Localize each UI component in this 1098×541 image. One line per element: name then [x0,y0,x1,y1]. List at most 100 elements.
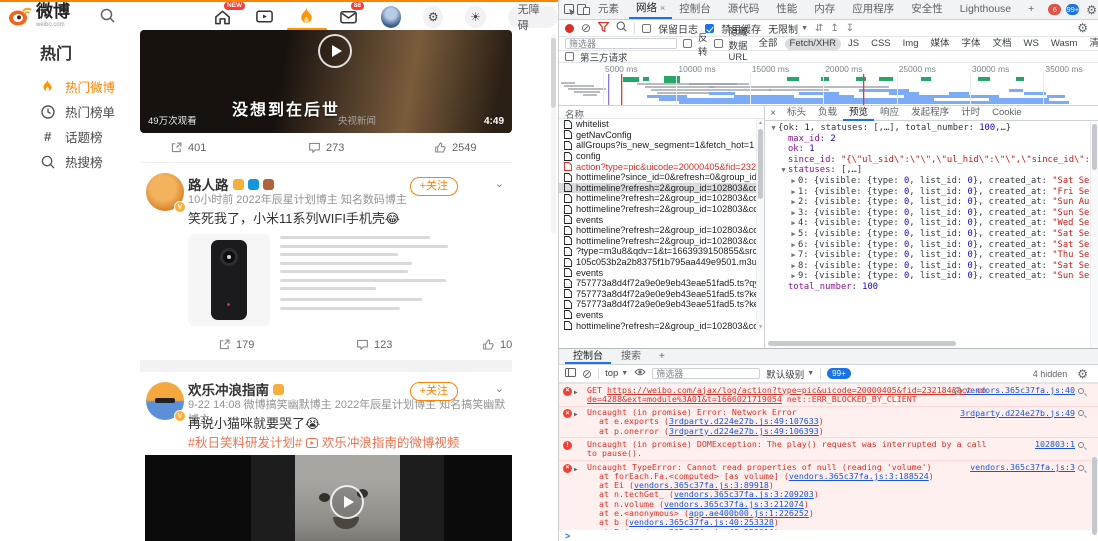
request-type-filter[interactable]: JS [843,38,864,50]
request-type-filter[interactable]: 文档 [988,38,1017,50]
devtools-tab[interactable]: + [1021,0,1044,19]
request-row[interactable]: 757773a8d4f72a9e0e9eb43eae51fad5.ts?key=… [559,299,757,310]
request-type-filter[interactable]: WS [1019,38,1044,50]
request-type-filter[interactable]: 清单 [1084,38,1098,50]
request-row[interactable]: config [559,151,757,162]
chevron-down-icon[interactable]: ⌄ [495,177,504,190]
topic-tag-link[interactable]: #秋日笑料研发计划# [188,435,302,451]
message-source-link[interactable]: 102803:1 [1035,440,1075,450]
detail-hscrollbar[interactable] [768,341,956,346]
request-row[interactable]: 757773a8d4f72a9e0e9eb43eae51fad5.ts?key=… [559,289,757,300]
search-icon[interactable] [100,8,115,28]
request-row[interactable]: hottimeline?refresh=2&group_id=102803&co… [559,193,757,204]
post3-topic-link[interactable]: #秋日笑料研发计划# 欢乐冲浪指南的微博视频 [188,435,512,451]
devtools-tab[interactable]: 控制台 [672,0,721,19]
request-row[interactable]: whitelist [559,119,757,130]
record-network-log-icon[interactable] [565,23,574,33]
disable-cache-checkbox[interactable] [705,23,715,33]
console-message[interactable]: × ▶ GET https://weibo.com/ajax/log/action?… [559,383,1098,406]
request-row[interactable]: allGroups?is_new_segment=1&fetch_hot=1 [559,140,757,151]
devtools-tab[interactable]: 元素 [591,0,629,19]
weibo-logo[interactable]: 微博 weibo.com [8,3,70,28]
post1-video-player[interactable]: 没想到在后世 49万次观看 央视新闻 4:49 [140,30,512,133]
devtools-tab[interactable]: 源代码 [721,0,770,19]
mail-nav-icon[interactable]: 88 [339,1,364,28]
throttling-dropdown[interactable]: 无限制 ▼ [768,21,808,36]
request-row[interactable]: getNavConfig [559,130,757,141]
console-sidebar-icon[interactable] [565,367,576,380]
search-similar-icon[interactable] [1078,387,1084,394]
comment-button[interactable]: 273 [308,141,344,154]
console-scrollbar[interactable] [1092,457,1097,535]
stack-frame-link[interactable]: vendors.365c37fa.js:3:209203 [674,490,814,499]
console-filter-input[interactable] [652,368,761,379]
search-network-icon[interactable] [616,21,627,35]
accessibility-button[interactable]: 无障碍 [507,4,558,32]
sidebar-item-topics[interactable]: # 话题榜 [40,124,140,149]
devtools-tab[interactable]: Lighthouse [953,0,1021,19]
sidebar-item-hot-weibo[interactable]: 热门微博 [40,74,140,99]
stack-frame-link[interactable]: vendors.365c37fa.js:3:89918 [634,481,769,490]
console-settings-gear-icon[interactable]: ⚙ [1073,367,1092,381]
detail-tab[interactable]: 标头 [781,106,812,121]
expand-arrow-icon[interactable]: ▶ [574,409,578,436]
console-message[interactable]: × ▶ Uncaught (in promise) Error: Network E… [559,405,1098,438]
devtools-settings-gear-icon[interactable]: ⚙ [1082,3,1098,17]
request-row[interactable]: 105c053b2a2b8375f1b795aa449e9501.m3u8?qd… [559,257,757,268]
search-similar-icon[interactable] [1078,464,1084,471]
request-row[interactable]: action?type=pic&uicode=20000405&fid=2321… [559,161,757,172]
request-row[interactable]: events [559,310,757,321]
invert-filter-checkbox[interactable] [683,39,692,48]
inspect-element-icon[interactable] [564,2,576,18]
error-count-badge[interactable]: 6 [1048,4,1062,15]
request-type-filter[interactable]: Wasm [1046,38,1083,50]
post2-avatar[interactable]: V [146,173,186,213]
request-type-filter[interactable]: 全部 [754,38,783,50]
stack-frame-link[interactable]: vendors.365c37fa.js:40:253328 [629,518,774,527]
expand-arrow-icon[interactable]: ▶ [574,464,578,530]
request-row[interactable]: hottimeline?refresh=2&group_id=102803&co… [559,236,757,247]
import-har-icon[interactable]: ↥ [830,23,838,34]
theme-sun-icon[interactable]: ☀ [465,5,486,28]
console-prompt[interactable]: > [559,530,1098,541]
info-count-badge[interactable]: 99+ [1066,4,1080,15]
console-info-badge[interactable]: 99+ [827,368,851,379]
device-toolbar-icon[interactable] [577,2,590,18]
sidebar-item-hot-search[interactable]: 热搜榜 [40,149,140,174]
phone-image[interactable] [188,234,270,326]
drawer-tab[interactable]: + [651,349,673,364]
stack-frame-link[interactable]: vendors.365c37fa.js:3:212074 [664,500,804,509]
console-message[interactable]: ! Uncaught (in promise) DOMException: The… [559,437,1098,461]
settings-gear-icon[interactable]: ⚙ [423,5,444,28]
stack-frame-link[interactable]: app.ae400b00.js:1:226252 [689,509,809,518]
post2-image[interactable] [188,234,512,330]
network-conditions-icon[interactable]: ⇵ [815,23,823,34]
request-type-filter[interactable]: CSS [866,38,896,50]
devtools-tab[interactable]: 网络 × [629,0,673,19]
video-title-link[interactable]: 欢乐冲浪指南的微博视频 [322,435,460,451]
request-list-scrollbar[interactable]: ▲ ▼ [756,119,764,331]
request-type-filter[interactable]: 字体 [957,38,986,50]
clear-network-log-icon[interactable]: ⊘ [581,21,591,35]
detail-tab[interactable]: 预览 [843,106,875,121]
request-row[interactable]: 757773a8d4f72a9e0e9eb43eae51fad5.ts?qypi… [559,278,757,289]
hot-nav-icon[interactable] [287,6,328,31]
console-message[interactable]: × ▶ Uncaught TypeError: Cannot read proper… [559,460,1098,530]
user-avatar[interactable] [380,5,402,28]
detail-tab[interactable]: 负载 [812,106,843,121]
like-button[interactable]: 1027 [482,338,512,351]
third-party-checkbox[interactable] [565,52,574,61]
devtools-tab[interactable]: 性能 [769,0,807,19]
devtools-tab[interactable]: 安全性 [904,0,953,19]
request-type-filter[interactable]: 媒体 [926,38,955,50]
search-similar-icon[interactable] [1078,442,1084,449]
devtools-tab[interactable]: 应用程序 [845,0,904,19]
request-type-filter[interactable]: Fetch/XHR [784,37,842,50]
devtools-tab[interactable]: 内存 [807,0,845,19]
hide-data-url-checkbox[interactable] [713,39,723,48]
post2-username[interactable]: 路人路 [188,174,229,194]
share-button[interactable]: 179 [218,338,254,351]
request-row[interactable]: hottimeline?refresh=2&group_id=102803&co… [559,204,757,215]
message-source-link[interactable]: vendors.365c37fa.js:40 [965,385,1075,395]
chevron-down-icon[interactable]: ⌄ [495,382,504,395]
